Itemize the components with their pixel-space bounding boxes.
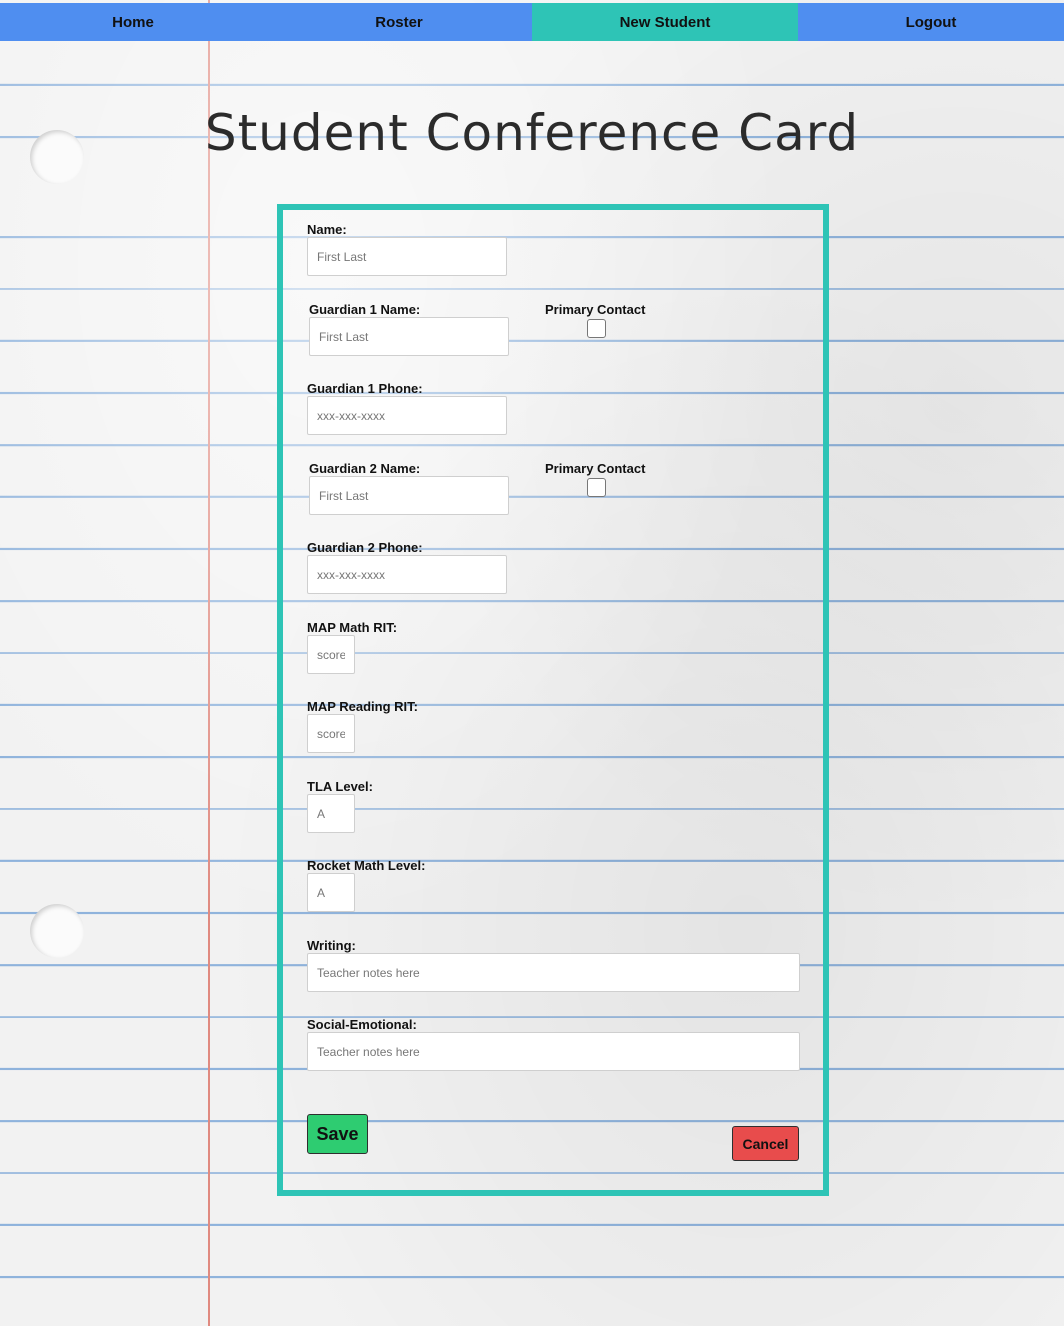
page-title: Student Conference Card [204,104,860,162]
guardian1-phone-input[interactable] [307,396,507,435]
guardian2-name-label: Guardian 2 Name: [309,461,421,476]
rocket-math-label: Rocket Math Level: [307,858,426,873]
map-reading-label: MAP Reading RIT: [307,699,418,714]
guardian2-name-input[interactable] [309,476,509,515]
nav-home[interactable]: Home [0,3,266,41]
rocket-math-input[interactable] [307,873,355,912]
top-nav: Home Roster New Student Logout [0,3,1064,41]
cancel-button[interactable]: Cancel [732,1126,799,1161]
tla-level-label: TLA Level: [307,779,373,794]
save-button[interactable]: Save [307,1114,368,1154]
guardian1-phone-label: Guardian 1 Phone: [307,381,423,396]
guardian2-primary-checkbox[interactable] [587,478,606,497]
social-emotional-input[interactable] [307,1032,800,1071]
map-math-label: MAP Math RIT: [307,620,398,635]
social-emotional-label: Social-Emotional: [307,1017,417,1032]
nav-logout[interactable]: Logout [798,3,1064,41]
guardian1-name-label: Guardian 1 Name: [309,302,421,317]
map-reading-input[interactable] [307,714,355,753]
guardian2-primary-label: Primary Contact [545,461,646,476]
guardian1-primary-label: Primary Contact [545,302,646,317]
tla-level-input[interactable] [307,794,355,833]
writing-input[interactable] [307,953,800,992]
nav-new-student[interactable]: New Student [532,3,798,41]
guardian1-primary-checkbox[interactable] [587,319,606,338]
map-math-input[interactable] [307,635,355,674]
name-label: Name: [307,222,347,237]
name-input[interactable] [307,237,507,276]
guardian1-name-input[interactable] [309,317,509,356]
guardian2-phone-label: Guardian 2 Phone: [307,540,423,555]
binder-hole [30,904,84,958]
guardian2-phone-input[interactable] [307,555,507,594]
writing-label: Writing: [307,938,356,953]
nav-roster[interactable]: Roster [266,3,532,41]
